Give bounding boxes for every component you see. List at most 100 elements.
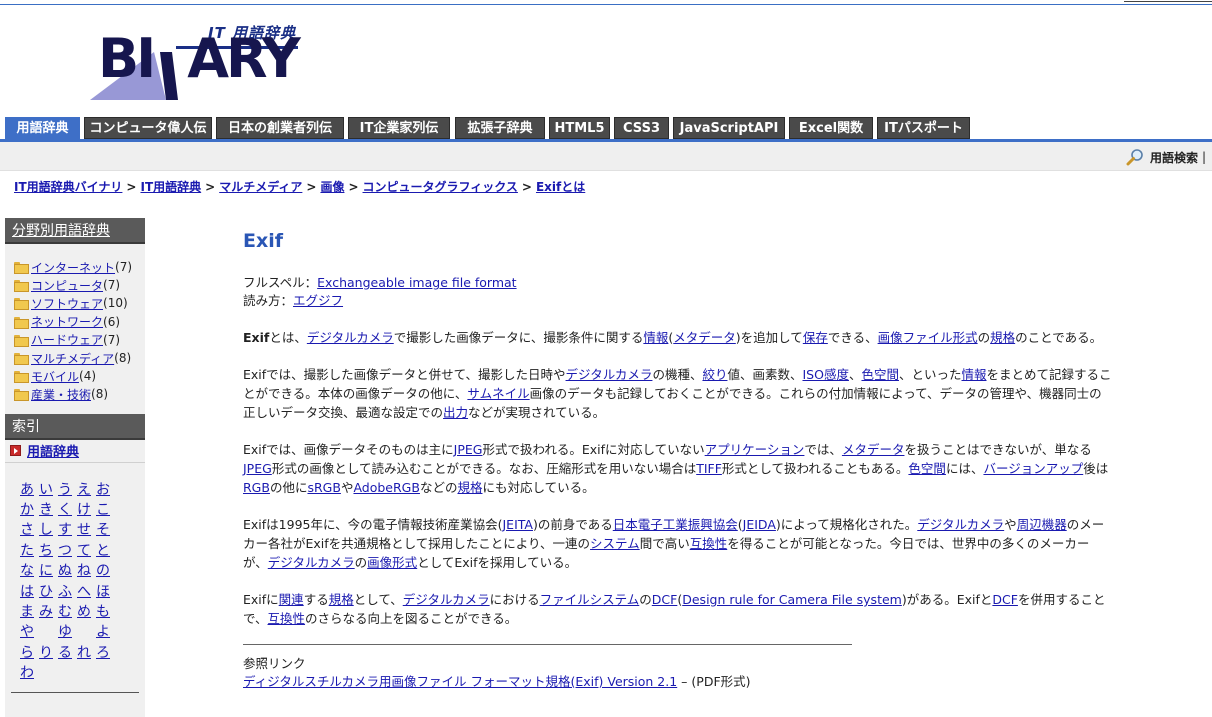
- tab-yougo-jiten[interactable]: 用語辞典: [5, 117, 80, 139]
- breadcrumb-item[interactable]: コンピュータグラフィックス: [363, 180, 518, 194]
- tab-computer-ijinden[interactable]: コンピュータ偉人伝: [84, 117, 212, 139]
- kana-link[interactable]: と: [96, 540, 115, 560]
- category-item[interactable]: ネットワーク (6): [14, 313, 145, 331]
- term-link[interactable]: 画像ファイル形式: [878, 330, 978, 345]
- term-link[interactable]: 色空間: [861, 367, 899, 382]
- term-link[interactable]: ISO感度: [802, 367, 848, 382]
- kana-link[interactable]: れ: [77, 642, 96, 662]
- kana-link[interactable]: き: [39, 499, 58, 519]
- category-link[interactable]: マルチメディア: [31, 350, 114, 367]
- kana-link[interactable]: ほ: [96, 581, 115, 601]
- term-link[interactable]: デジタルカメラ: [566, 367, 653, 382]
- tab-sougyousha[interactable]: 日本の創業者列伝: [216, 117, 344, 139]
- search-icon[interactable]: [1126, 148, 1144, 166]
- kana-link[interactable]: せ: [77, 519, 96, 539]
- term-link[interactable]: 保存: [803, 330, 828, 345]
- term-link[interactable]: アプリケーション: [705, 442, 805, 457]
- kana-link[interactable]: け: [77, 499, 96, 519]
- kana-link[interactable]: ひ: [39, 581, 58, 601]
- term-link[interactable]: デジタルカメラ: [268, 555, 355, 570]
- category-link[interactable]: ソフトウェア: [31, 295, 103, 312]
- tab-kigyouka[interactable]: IT企業家列伝: [348, 117, 450, 139]
- term-link[interactable]: 出力: [443, 405, 468, 420]
- kana-link[interactable]: な: [20, 560, 39, 580]
- term-link[interactable]: 互換性: [690, 536, 728, 551]
- term-link[interactable]: 画像形式: [367, 555, 417, 570]
- kana-link[interactable]: く: [58, 499, 77, 519]
- term-link[interactable]: TIFF: [696, 461, 722, 476]
- kana-link[interactable]: む: [58, 601, 77, 621]
- kana-link[interactable]: つ: [58, 540, 77, 560]
- category-link[interactable]: 産業・技術: [31, 386, 91, 403]
- term-link[interactable]: 周辺機器: [1017, 517, 1067, 532]
- kana-link[interactable]: ろ: [96, 642, 115, 662]
- kana-link[interactable]: す: [58, 519, 77, 539]
- kana-link[interactable]: る: [58, 642, 77, 662]
- tab-kakuchoushi[interactable]: 拡張子辞典: [455, 117, 545, 139]
- kana-link[interactable]: そ: [96, 519, 115, 539]
- term-link[interactable]: デジタルカメラ: [917, 517, 1004, 532]
- site-logo[interactable]: IT 用語辞典 BI ARY: [90, 20, 305, 102]
- kana-link[interactable]: ね: [77, 560, 96, 580]
- term-link[interactable]: サムネイル: [467, 386, 529, 401]
- category-item[interactable]: コンピュータ (7): [14, 276, 145, 294]
- breadcrumb-item[interactable]: 画像: [320, 180, 344, 194]
- kana-link[interactable]: ふ: [58, 581, 77, 601]
- kana-link[interactable]: い: [39, 479, 58, 499]
- kana-link[interactable]: う: [58, 479, 77, 499]
- kana-link[interactable]: の: [96, 560, 115, 580]
- kana-link[interactable]: え: [77, 479, 96, 499]
- category-item[interactable]: 産業・技術 (8): [14, 385, 145, 403]
- term-link[interactable]: JPEG: [454, 442, 483, 457]
- kana-link[interactable]: め: [77, 601, 96, 621]
- kana-link[interactable]: し: [39, 519, 58, 539]
- term-link[interactable]: メタデータ: [673, 330, 736, 345]
- term-link[interactable]: DCF: [992, 592, 1018, 607]
- kana-link[interactable]: ま: [20, 601, 39, 621]
- category-link[interactable]: ハードウェア: [31, 331, 103, 348]
- term-link[interactable]: 規格: [990, 330, 1015, 345]
- term-link[interactable]: RGB: [243, 480, 270, 495]
- kana-link[interactable]: ゆ: [58, 621, 77, 641]
- term-link[interactable]: メタデータ: [842, 442, 905, 457]
- category-link[interactable]: インターネット: [31, 259, 115, 276]
- kana-link[interactable]: へ: [77, 581, 96, 601]
- kana-link[interactable]: わ: [20, 662, 39, 682]
- tab-css3[interactable]: CSS3: [614, 117, 669, 139]
- kana-link[interactable]: り: [39, 642, 58, 662]
- category-item[interactable]: モバイル (4): [14, 367, 145, 385]
- category-link[interactable]: ネットワーク: [31, 313, 103, 330]
- term-link[interactable]: バージョンアップ: [983, 461, 1083, 476]
- kana-link[interactable]: に: [39, 560, 58, 580]
- kana-link[interactable]: お: [96, 479, 115, 499]
- breadcrumb-current[interactable]: Exifとは: [536, 180, 585, 194]
- term-link[interactable]: 日本電子工業振興協会: [613, 517, 738, 532]
- category-item[interactable]: インターネット (7): [14, 258, 145, 276]
- kana-link[interactable]: ぬ: [58, 560, 77, 580]
- kana-link[interactable]: た: [20, 540, 39, 560]
- kana-link[interactable]: や: [20, 621, 39, 641]
- category-item[interactable]: ハードウェア (7): [14, 331, 145, 349]
- term-link[interactable]: ファイルシステム: [540, 592, 640, 607]
- kana-link[interactable]: み: [39, 601, 58, 621]
- kana-link[interactable]: は: [20, 581, 39, 601]
- tab-excel[interactable]: Excel関数: [789, 117, 873, 139]
- term-link[interactable]: 規格: [457, 480, 482, 495]
- kana-link[interactable]: か: [20, 499, 39, 519]
- term-link[interactable]: sRGB: [307, 480, 340, 495]
- term-link[interactable]: JPEG: [243, 461, 272, 476]
- category-link[interactable]: モバイル: [31, 368, 79, 385]
- kana-link[interactable]: も: [96, 601, 115, 621]
- category-header[interactable]: 分野別用語辞典: [5, 218, 145, 244]
- term-link[interactable]: 関連: [279, 592, 304, 607]
- kana-link[interactable]: あ: [20, 479, 39, 499]
- category-item[interactable]: マルチメディア (8): [14, 349, 145, 367]
- fullspell-link[interactable]: Exchangeable image file format: [317, 275, 516, 290]
- reading-link[interactable]: エグジフ: [293, 293, 343, 308]
- term-link[interactable]: 情報: [962, 367, 987, 382]
- term-link[interactable]: Design rule for Camera File system: [682, 592, 902, 607]
- kana-link[interactable]: さ: [20, 519, 39, 539]
- index-yougo-link[interactable]: 用語辞典: [27, 441, 79, 460]
- term-link[interactable]: 規格: [329, 592, 354, 607]
- kana-link[interactable]: て: [77, 540, 96, 560]
